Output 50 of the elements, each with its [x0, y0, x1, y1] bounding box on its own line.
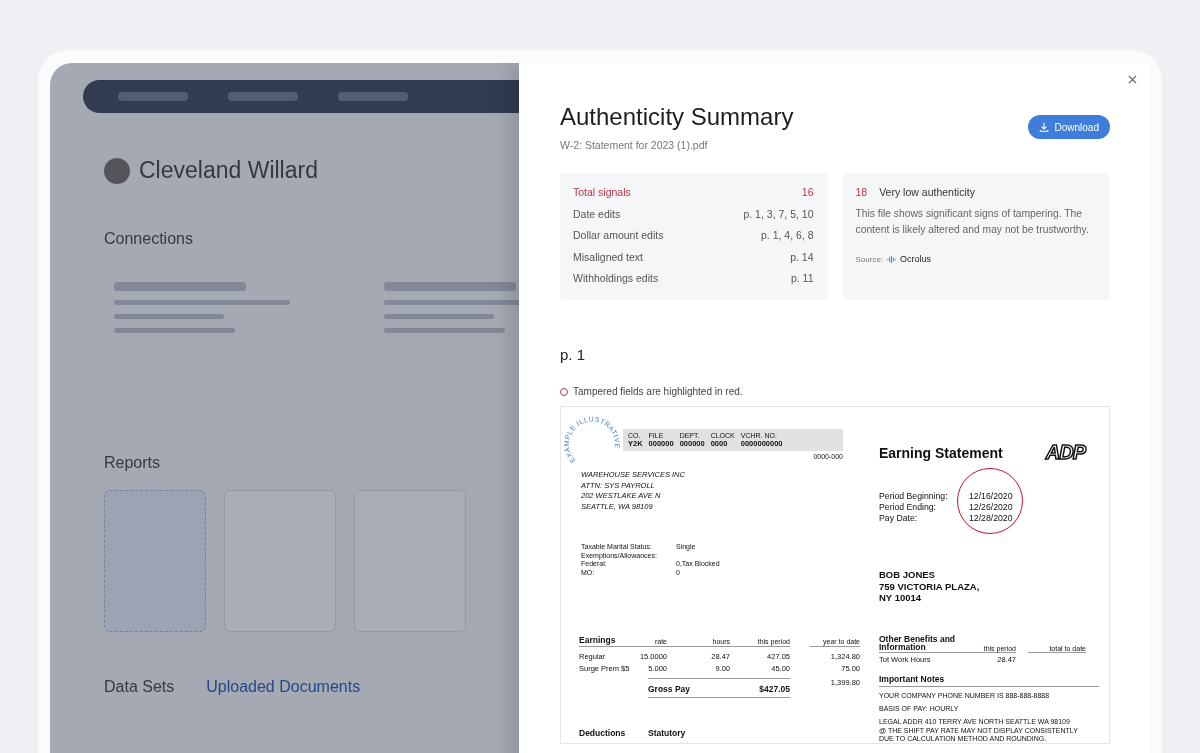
signal-label: Withholdings edits — [573, 272, 659, 286]
signal-pages: p. 14 — [790, 250, 814, 265]
deductions-heading: Deductions — [579, 728, 627, 738]
signal-pages: p. 1, 4, 6, 8 — [760, 229, 814, 243]
gross-pay-value: $427.05 — [759, 684, 790, 694]
period-date: 12/16/2020 — [969, 491, 1013, 502]
authenticity-description: This file shows significant signs of tampering. The content is likely altered and may not be trustworthy. — [855, 207, 1090, 237]
blurred-nav-item[interactable] — [228, 92, 298, 101]
section-heading: Reports — [104, 454, 161, 472]
signal-pages: p. 11 — [790, 272, 814, 286]
gross-pay-label: Gross Pay — [648, 684, 691, 694]
earnings-heading: Earnings — [579, 635, 630, 647]
panel-title: Authenticity Summary — [560, 103, 794, 131]
period-date: 12/28/2020 — [969, 513, 1013, 524]
period-label: Pay Date: — [879, 513, 919, 524]
source-label: Source: — [855, 254, 884, 264]
documents-tab[interactable]: Uploaded Documents — [206, 678, 361, 696]
user-name: Cleveland Willard — [139, 157, 318, 184]
signal-pages: p. 1, 3, 7, 5, 10 — [743, 207, 814, 222]
file-name: W-2: Statement for 2023 (1).pdf — [560, 139, 709, 151]
deductions-subheading: Statutory — [648, 728, 686, 738]
waveform-logo-icon — [887, 254, 897, 264]
signal-label: Misaligned text — [573, 250, 644, 265]
notes-heading: Important Notes — [879, 674, 1099, 687]
legend-text: Tampered fields are highlighted in red. — [573, 386, 743, 397]
signal-label: Total signals — [573, 186, 631, 200]
blurred-nav-item[interactable] — [338, 92, 408, 101]
section-heading: Data Sets — [104, 678, 175, 696]
add-report-card[interactable] — [104, 490, 206, 632]
blurred-nav-item[interactable] — [118, 92, 188, 101]
authenticity-label: Very low authenticity — [879, 186, 975, 198]
close-icon[interactable] — [1128, 75, 1137, 84]
page-label: p. 1 — [560, 346, 587, 363]
signal-label: Dollar amount edits — [573, 229, 664, 243]
authenticity-score: 18 — [855, 186, 868, 198]
source-name: Ocrolus — [900, 254, 932, 264]
signal-pages: 16 — [801, 186, 814, 200]
employee-address-line: 759 VICTORIA PLAZA, — [879, 580, 981, 592]
period-date: 12/26/2020 — [969, 502, 1013, 513]
period-label: Period Ending: — [879, 502, 937, 513]
employee-address-line: NY 10014 — [879, 592, 923, 604]
avatar-circle — [104, 157, 130, 184]
statement-title: Earning Statement — [879, 444, 1003, 461]
benefits-heading: Other Benefits and Information — [879, 635, 969, 653]
signal-label: Date edits — [573, 207, 621, 222]
section-heading: Connections — [104, 230, 193, 248]
period-label: Period Beginning: — [879, 491, 949, 502]
download-icon — [1038, 122, 1049, 132]
download-button[interactable]: Download — [1027, 115, 1110, 139]
employee-address-line: BOB JONES — [879, 569, 936, 581]
